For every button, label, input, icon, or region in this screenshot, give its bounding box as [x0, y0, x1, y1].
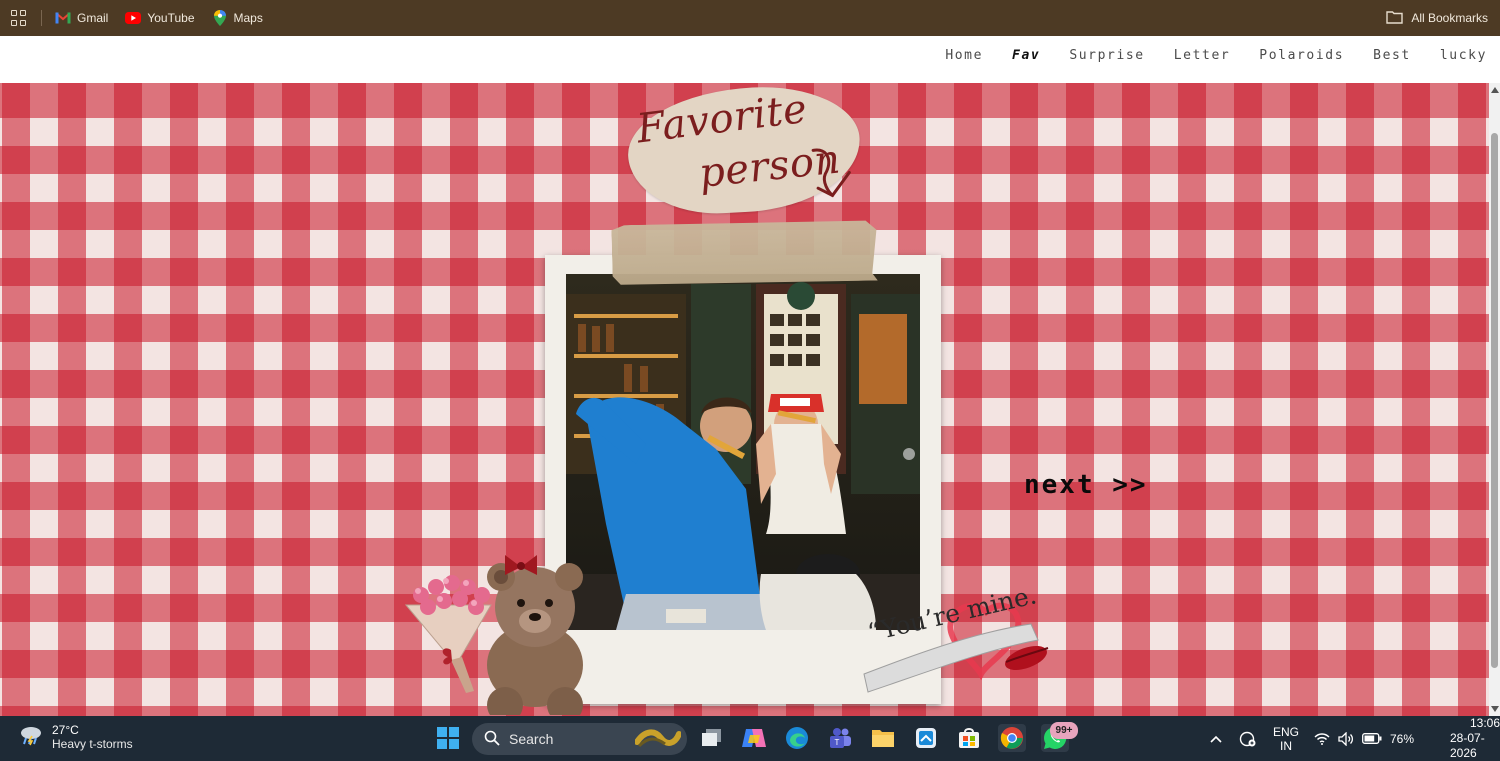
windows-taskbar: 27°C Heavy t-storms Search T ENG IN 76% … — [0, 716, 1500, 761]
maps-icon — [212, 10, 228, 26]
search-label: Search — [509, 731, 554, 747]
wifi-icon — [1314, 732, 1330, 745]
vpn-status-icon[interactable] — [1239, 716, 1257, 761]
snipping-tool-icon[interactable] — [912, 724, 940, 752]
store-icon[interactable] — [955, 724, 983, 752]
bookmark-gmail[interactable]: Gmail — [55, 11, 108, 25]
language-indicator[interactable]: ENG IN — [1273, 716, 1299, 761]
scroll-down-arrow-icon[interactable] — [1491, 706, 1499, 712]
youtube-icon — [125, 11, 142, 25]
site-navbar: Home Fav Surprise Letter Polaroids Best … — [0, 36, 1500, 83]
page-scrollbar[interactable] — [1489, 83, 1500, 716]
bookmarks-divider — [41, 10, 42, 26]
system-status[interactable]: 76% — [1314, 716, 1414, 761]
weather-temp: 27°C — [52, 723, 79, 737]
teams-icon[interactable]: T — [826, 724, 854, 752]
nav-fav[interactable]: Fav — [1012, 48, 1040, 63]
weather-desc: Heavy t-storms — [52, 737, 133, 751]
battery-icon — [1362, 733, 1382, 744]
bookmark-label: Maps — [233, 11, 263, 25]
teddy-bear-sticker — [465, 545, 605, 723]
bookmark-label: Gmail — [77, 11, 109, 25]
start-icon[interactable] — [434, 724, 462, 752]
search-icon — [484, 730, 500, 749]
curved-arrow-icon — [811, 148, 851, 198]
weather-widget[interactable]: 27°C Heavy t-storms — [18, 723, 133, 751]
taskbar-search[interactable]: Search — [472, 723, 687, 755]
folder-icon — [1386, 10, 1404, 27]
bookmark-maps[interactable]: Maps — [212, 10, 263, 26]
task-view-icon[interactable] — [698, 724, 726, 752]
scroll-thumb[interactable] — [1491, 133, 1498, 668]
clock-date: 28-07-2026 — [1450, 731, 1485, 760]
volume-icon — [1338, 731, 1354, 746]
favorite-person-title-sticker: Favorite person — [624, 82, 864, 218]
clock[interactable]: 13:06 28-07-2026 — [1450, 716, 1500, 761]
bookmark-label: YouTube — [147, 11, 195, 25]
chrome-icon[interactable] — [998, 724, 1026, 752]
nav-letter[interactable]: Letter — [1174, 48, 1231, 63]
bookmarks-bar: Gmail YouTube Maps All Bookmarks — [0, 0, 1500, 36]
next-link[interactable]: next >> — [1024, 470, 1148, 500]
all-bookmarks-button[interactable]: All Bookmarks — [1386, 0, 1488, 36]
nav-links: Home Fav Surprise Letter Polaroids Best … — [916, 48, 1487, 63]
apps-grid-icon[interactable] — [11, 10, 27, 26]
whatsapp-unread-badge: 99+ — [1050, 722, 1078, 739]
couple-photo — [566, 274, 920, 630]
lang-region: IN — [1280, 738, 1292, 753]
edge-icon[interactable] — [783, 724, 811, 752]
nav-surprise[interactable]: Surprise — [1069, 48, 1144, 63]
all-bookmarks-label: All Bookmarks — [1411, 11, 1488, 25]
search-highlight-icon — [634, 726, 682, 753]
lang-code: ENG — [1273, 724, 1300, 739]
clock-time: 13:06 — [1469, 716, 1500, 730]
scroll-up-arrow-icon[interactable] — [1491, 87, 1499, 93]
storm-cloud-icon — [18, 724, 44, 751]
masking-tape — [611, 219, 878, 288]
nav-lucky[interactable]: lucky — [1440, 48, 1487, 63]
battery-percent: 76% — [1390, 731, 1415, 746]
copilot-icon[interactable] — [740, 724, 768, 752]
show-hidden-icons[interactable] — [1210, 716, 1222, 761]
bookmark-youtube[interactable]: YouTube — [125, 11, 195, 25]
svg-text:T: T — [835, 738, 840, 747]
nav-polaroids[interactable]: Polaroids — [1259, 48, 1344, 63]
file-explorer-icon[interactable] — [869, 724, 897, 752]
chevron-up-icon — [1210, 735, 1222, 743]
gmail-icon — [55, 11, 71, 25]
nav-best[interactable]: Best — [1373, 48, 1411, 63]
nav-home[interactable]: Home — [945, 48, 983, 63]
